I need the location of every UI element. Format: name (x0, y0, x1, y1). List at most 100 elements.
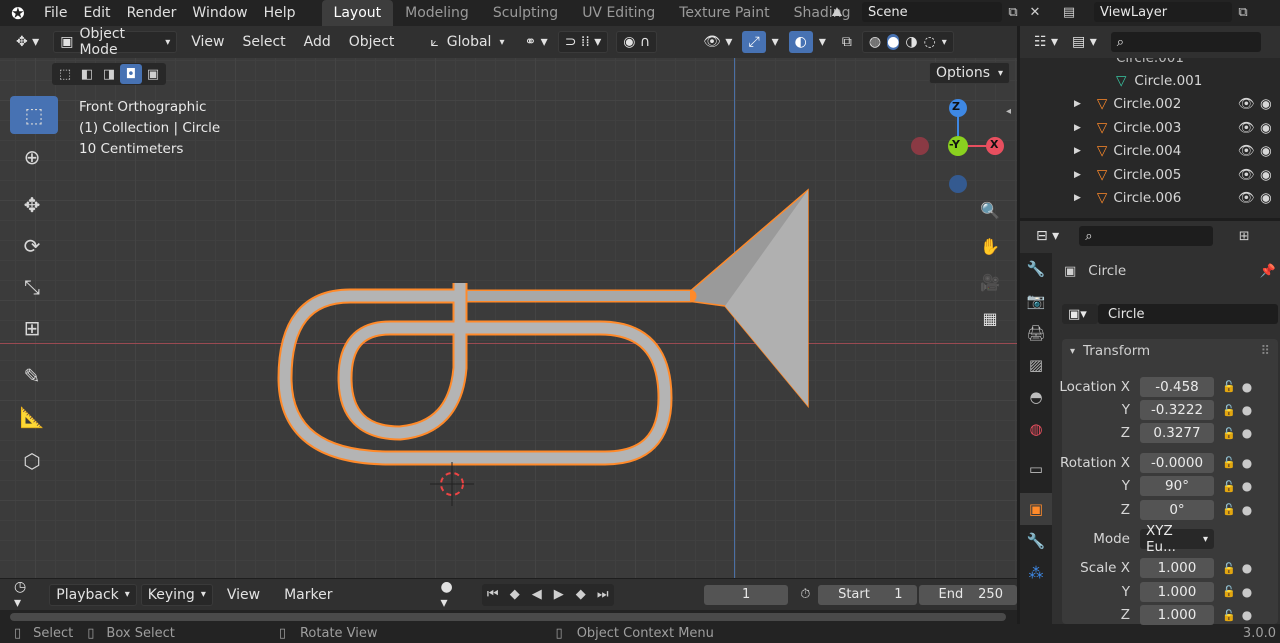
horn-model[interactable] (270, 178, 830, 528)
eye-icon[interactable]: 👁 (1238, 120, 1255, 136)
menu-file[interactable]: File (36, 5, 75, 21)
jump-start-icon[interactable]: ⏮ (482, 585, 504, 605)
overlay-toggle-icon[interactable]: ◐ (788, 31, 813, 53)
annotate-tool-icon[interactable]: ✎ (10, 357, 54, 395)
menu-select[interactable]: Select (236, 31, 291, 53)
eye-icon[interactable]: 👁 (1238, 190, 1255, 206)
keyframe-dot-icon[interactable]: ● (1242, 479, 1252, 493)
menu-help[interactable]: Help (256, 5, 304, 21)
editor-type-icon[interactable]: ✥ ▾ (10, 31, 45, 53)
select-extend-icon[interactable]: ◧ (76, 64, 98, 84)
scene-name-field[interactable]: Scene (862, 2, 1002, 22)
current-frame-field[interactable]: 1 (703, 584, 789, 605)
keyframe-dot-icon[interactable]: ● (1242, 503, 1252, 517)
options-dropdown[interactable]: Options ▾ (929, 62, 1011, 84)
overlay-dropdown-icon[interactable]: ▾ (813, 31, 832, 53)
select-invert-icon[interactable]: ◘ (120, 64, 142, 84)
mode-dropdown[interactable]: ▣ Object Mode ▾ (53, 26, 178, 58)
pivot-point-icon[interactable]: ⚭ ▾ (518, 31, 553, 53)
record-keyframe-icon[interactable]: ● ▾ (434, 579, 469, 611)
keyframe-dot-icon[interactable]: ● (1242, 403, 1252, 417)
sidebar-toggle-icon[interactable]: ◂ (1006, 106, 1011, 117)
lock-icon[interactable]: 🔓 (1222, 456, 1236, 469)
cursor-tool-icon[interactable]: ⊕ (10, 138, 54, 176)
move-tool-icon[interactable]: ✥ (10, 186, 54, 224)
play-icon[interactable]: ▶ (548, 585, 570, 605)
scale-tool-icon[interactable]: ⤡ (10, 268, 54, 306)
render-tab-icon[interactable]: 📷 (1020, 285, 1052, 317)
outliner-row[interactable]: Circle.001 (1020, 58, 1280, 69)
next-keyframe-icon[interactable]: ◆ (570, 585, 592, 605)
scale-x-field[interactable]: 1.000 (1140, 558, 1214, 579)
keyframe-dot-icon[interactable]: ● (1242, 585, 1252, 599)
properties-search-input[interactable]: ⌕ (1079, 226, 1214, 246)
material-shading-icon[interactable]: ◑ (905, 34, 917, 50)
snap-icon[interactable]: ⊃ ⁞⁞ ▾ (557, 31, 609, 53)
menu-view[interactable]: View (185, 31, 230, 53)
camera-render-icon[interactable]: ◉ (1260, 167, 1272, 183)
display-mode-icon[interactable]: ▤ ▾ (1066, 31, 1103, 53)
outliner-row-circle-002[interactable]: ▶ ▽ Circle.002 👁 ◉ (1020, 93, 1280, 116)
object-browse-icon[interactable]: ▣▾ (1062, 304, 1098, 324)
end-frame-field[interactable]: End 250 (918, 584, 1017, 605)
zoom-icon[interactable]: 🔍 (975, 195, 1005, 225)
properties-editor-icon[interactable]: ⊟ ▾ (1030, 225, 1065, 247)
lock-icon[interactable]: 🔓 (1222, 404, 1236, 417)
lock-icon[interactable]: 🔓 (1222, 609, 1236, 622)
menu-edit[interactable]: Edit (75, 5, 118, 21)
camera-icon[interactable]: 🎥 (975, 267, 1005, 297)
outliner-row-circle-006[interactable]: ▶ ▽ Circle.006 👁 ◉ (1020, 186, 1280, 209)
tab-texture-paint[interactable]: Texture Paint (667, 0, 781, 26)
wireframe-shading-icon[interactable]: ◍ (869, 34, 881, 50)
menu-render[interactable]: Render (119, 5, 185, 21)
location-x-field[interactable]: -0.458 (1140, 376, 1214, 397)
keyframe-dot-icon[interactable]: ● (1242, 608, 1252, 622)
new-view-layer-icon[interactable]: ⧉ (1232, 2, 1254, 22)
scale-z-field[interactable]: 1.000 (1140, 605, 1214, 626)
prev-keyframe-icon[interactable]: ◆ (504, 585, 526, 605)
camera-render-icon[interactable]: ◉ (1260, 190, 1272, 206)
add-cube-tool-icon[interactable]: ⬡ (10, 442, 54, 480)
keyframe-dot-icon[interactable]: ● (1242, 426, 1252, 440)
rotate-tool-icon[interactable]: ⟳ (10, 227, 54, 265)
drag-handle-icon[interactable]: ⠿ (1260, 344, 1270, 359)
timeline-scrub-area[interactable] (0, 610, 1017, 624)
camera-render-icon[interactable]: ◉ (1260, 143, 1272, 159)
rotation-y-field[interactable]: 90° (1140, 476, 1214, 497)
tab-uv-editing[interactable]: UV Editing (570, 0, 667, 26)
scale-y-field[interactable]: 1.000 (1140, 581, 1214, 602)
rotation-mode-dropdown[interactable]: XYZ Eu... ▾ (1140, 523, 1214, 555)
scene-selector-icon[interactable]: ⛰ (826, 2, 848, 22)
timeline-marker-menu[interactable]: Marker (278, 584, 338, 606)
expand-icon[interactable]: ▶ (1074, 99, 1081, 109)
eye-icon[interactable]: 👁 (1238, 96, 1255, 112)
gizmo-toggle-icon[interactable]: ⤢ (742, 31, 766, 53)
pin-menu-icon[interactable]: ⊞ (1233, 226, 1255, 246)
chevron-down-icon[interactable]: ▾ (942, 37, 947, 48)
keying-menu[interactable]: Keying ▾ (140, 583, 213, 606)
visibility-icon[interactable]: 👁 ▾ (697, 31, 738, 53)
select-box-tool-icon[interactable]: ⬚ (10, 96, 58, 134)
tab-sculpting[interactable]: Sculpting (481, 0, 570, 26)
view-layer-field[interactable]: ViewLayer (1094, 2, 1232, 22)
jump-end-icon[interactable]: ⏭ (592, 585, 614, 605)
rendered-shading-icon[interactable]: ◌ (924, 34, 936, 50)
new-scene-icon[interactable]: ⧉ (1002, 2, 1024, 22)
expand-icon[interactable]: ▶ (1074, 193, 1081, 203)
gizmo-dropdown-icon[interactable]: ▾ (766, 31, 785, 53)
remove-scene-icon[interactable]: ✕ (1024, 2, 1046, 22)
keyframe-dot-icon[interactable]: ● (1242, 561, 1252, 575)
transform-panel-header[interactable]: ▾ Transform ⠿ (1062, 339, 1278, 363)
outliner-row-circle-003[interactable]: ▶ ▽ Circle.003 👁 ◉ (1020, 116, 1280, 139)
ortho-grid-icon[interactable]: ▦ (975, 303, 1005, 333)
location-y-field[interactable]: -0.3222 (1140, 400, 1214, 421)
select-new-icon[interactable]: ⬚ (54, 64, 76, 84)
expand-icon[interactable]: ▶ (1074, 170, 1081, 180)
timeline-view-menu[interactable]: View (221, 584, 266, 606)
outliner-row-circle-001-data[interactable]: ▽ Circle.001 (1020, 69, 1280, 92)
outliner-editor-icon[interactable]: ☷ ▾ (1028, 31, 1064, 53)
lock-icon[interactable]: 🔓 (1222, 380, 1236, 393)
outliner-search-input[interactable]: ⌕ (1110, 32, 1261, 52)
menu-add[interactable]: Add (298, 31, 337, 53)
rotation-x-field[interactable]: -0.0000 (1140, 452, 1214, 473)
